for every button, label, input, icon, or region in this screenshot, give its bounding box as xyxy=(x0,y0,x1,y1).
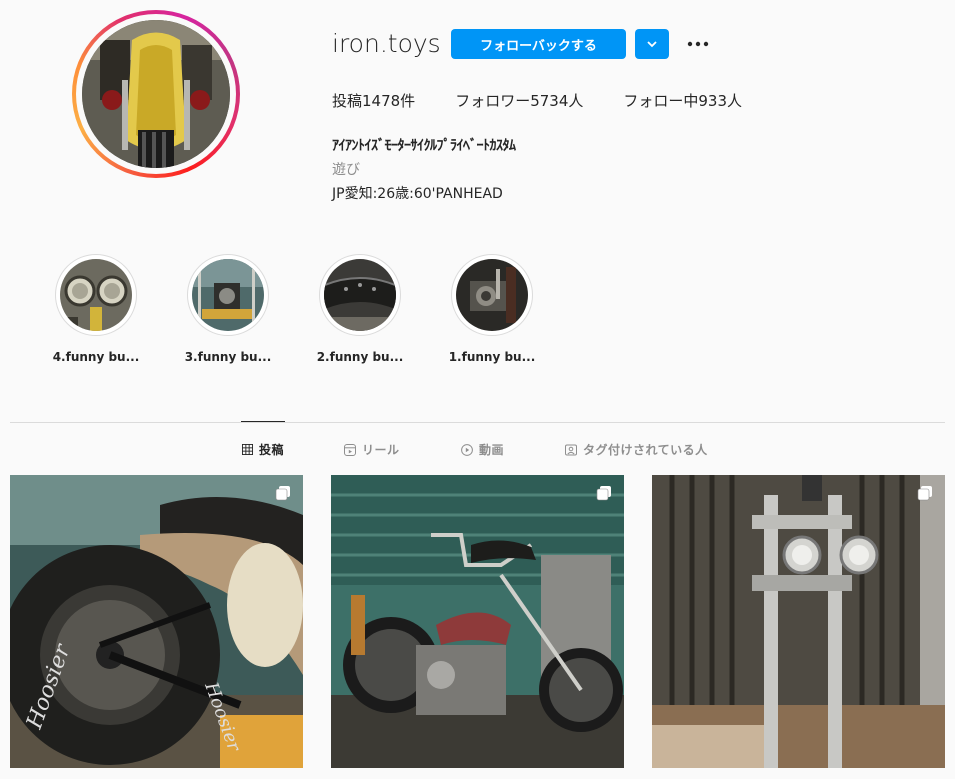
tab-reels[interactable]: リール xyxy=(344,441,400,458)
story-highlight-4[interactable]: 4.funny bu... xyxy=(46,254,146,364)
post-image xyxy=(331,475,624,768)
profile-category: 遊び xyxy=(332,162,360,178)
suggested-accounts-dropdown-button[interactable] xyxy=(635,29,669,59)
post-image: Hoosier Hoosier xyxy=(10,475,303,768)
followers-count[interactable]: フォロワー5734人 xyxy=(455,90,583,111)
more-horizontal-icon xyxy=(687,41,709,47)
avatar-image xyxy=(82,20,230,168)
post-thumbnail-1[interactable]: Hoosier Hoosier xyxy=(10,475,303,768)
profile-full-name: ｱｲｱﾝﾄｲｽﾞﾓｰﾀｰｻｲｸﾙﾌﾟﾗｲﾍﾞｰﾄｶｽﾀﾑ xyxy=(332,138,516,154)
carousel-icon xyxy=(275,486,290,501)
reels-icon xyxy=(344,443,356,456)
profile-bio: JP愛知:26歳:60'PANHEAD xyxy=(332,186,503,202)
highlight-label: 2.funny bu... xyxy=(316,350,404,364)
profile-username: iron.toys xyxy=(332,29,441,58)
profile-stats: 投稿1478件 フォロワー5734人 フォロー中933人 xyxy=(332,90,782,111)
posts-count: 投稿1478件 xyxy=(332,92,416,110)
post-image xyxy=(652,475,945,768)
carousel-icon xyxy=(596,486,611,501)
post-thumbnail-3[interactable] xyxy=(652,475,945,768)
following-count[interactable]: フォロー中933人 xyxy=(623,90,742,111)
tab-label: 投稿 xyxy=(259,443,285,457)
story-highlight-1[interactable]: 1.funny bu... xyxy=(442,254,542,364)
highlight-label: 1.funny bu... xyxy=(448,350,536,364)
post-thumbnail-2[interactable] xyxy=(331,475,624,768)
highlight-cover-image xyxy=(192,259,264,331)
more-options-button[interactable] xyxy=(683,30,713,58)
tab-label: 動画 xyxy=(479,443,505,457)
tab-tagged[interactable]: タグ付けされている人 xyxy=(565,441,708,458)
carousel-icon xyxy=(917,486,932,501)
video-icon xyxy=(461,443,473,456)
story-highlight-3[interactable]: 3.funny bu... xyxy=(178,254,278,364)
tagged-icon xyxy=(565,444,577,455)
tab-label: リール xyxy=(362,443,400,457)
active-tab-indicator xyxy=(241,421,285,422)
story-highlight-2[interactable]: 2.funny bu... xyxy=(310,254,410,364)
follow-back-button[interactable]: フォローバックする xyxy=(451,29,626,59)
tab-posts[interactable]: 投稿 xyxy=(242,441,284,458)
tab-label: タグ付けされている人 xyxy=(583,443,708,457)
chevron-down-icon xyxy=(647,41,657,48)
grid-icon xyxy=(242,444,253,455)
highlight-label: 3.funny bu... xyxy=(184,350,272,364)
highlight-cover-image xyxy=(324,259,396,331)
highlight-cover-image xyxy=(456,259,528,331)
profile-avatar[interactable] xyxy=(72,10,240,178)
tabs-divider xyxy=(10,422,945,423)
tab-videos[interactable]: 動画 xyxy=(461,441,504,458)
highlight-label: 4.funny bu... xyxy=(52,350,140,364)
highlight-cover-image xyxy=(60,259,132,331)
